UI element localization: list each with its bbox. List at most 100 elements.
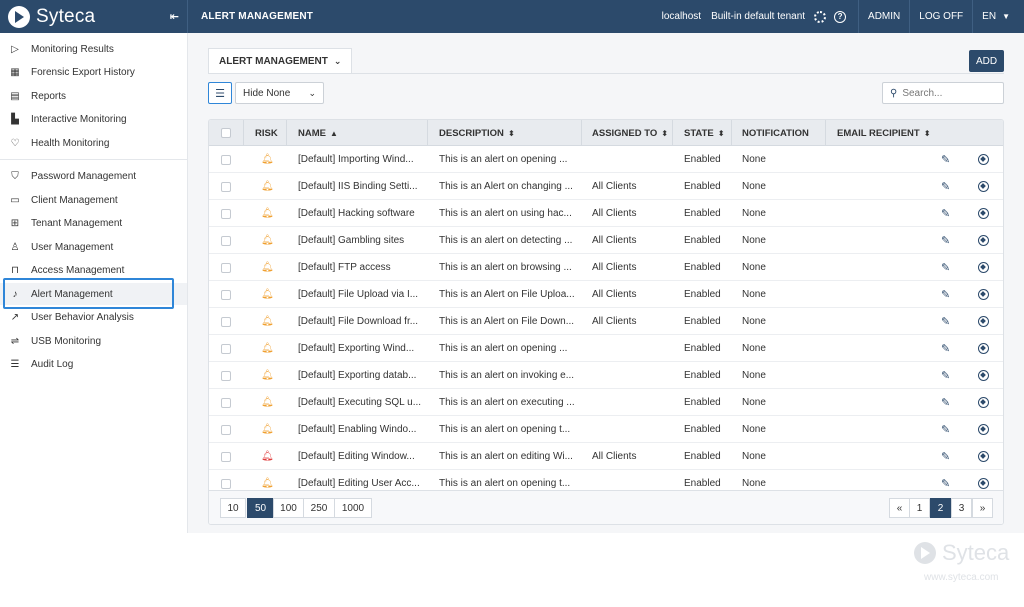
- sidebar-item-user-management[interactable]: ♙ User Management: [0, 236, 187, 258]
- sidebar-item-client-management[interactable]: ▭ Client Management: [0, 189, 187, 211]
- row-checkbox[interactable]: [221, 281, 231, 308]
- row-checkbox[interactable]: [221, 443, 231, 470]
- user-menu[interactable]: ADMIN: [858, 0, 909, 33]
- select-all-checkbox[interactable]: [221, 120, 231, 146]
- name-cell[interactable]: [Default] File Download fr...: [298, 308, 424, 335]
- sidebar-item-usb-monitoring[interactable]: ⇌ USB Monitoring: [0, 330, 187, 352]
- column-header-notification[interactable]: NOTIFICATION: [742, 120, 809, 146]
- name-cell[interactable]: [Default] Gambling sites: [298, 227, 424, 254]
- view-button[interactable]: [978, 281, 989, 308]
- view-button[interactable]: [978, 470, 989, 490]
- sidebar-item-user-behavior-analysis[interactable]: ↗ User Behavior Analysis: [0, 306, 187, 328]
- page-size-1000[interactable]: 1000: [334, 498, 372, 518]
- sidebar-item-forensic-export-history[interactable]: ▦ Forensic Export History: [0, 61, 187, 83]
- collapse-sidebar-icon[interactable]: ⇤: [170, 10, 179, 23]
- page-size-10[interactable]: 10: [220, 498, 246, 518]
- table-row[interactable]: 🔔︎ [Default] FTP access This is an alert o…: [209, 254, 1003, 281]
- language-selector[interactable]: EN ▼: [972, 0, 1024, 33]
- view-button[interactable]: [978, 173, 989, 200]
- table-row[interactable]: 🔔︎ [Default] Exporting datab... This is an…: [209, 362, 1003, 389]
- edit-button[interactable]: ✎: [941, 416, 950, 443]
- table-row[interactable]: 🔔︎ [Default] Importing Wind... This is an …: [209, 146, 1003, 173]
- view-button[interactable]: [978, 362, 989, 389]
- edit-button[interactable]: ✎: [941, 173, 950, 200]
- column-header-assigned-to[interactable]: ASSIGNED TO ⬍: [592, 120, 668, 146]
- column-list-toggle[interactable]: ☰: [208, 82, 232, 104]
- edit-button[interactable]: ✎: [941, 443, 950, 470]
- edit-button[interactable]: ✎: [941, 362, 950, 389]
- row-checkbox[interactable]: [221, 146, 231, 173]
- edit-button[interactable]: ✎: [941, 470, 950, 490]
- page-3-button[interactable]: 3: [951, 498, 972, 518]
- name-cell[interactable]: [Default] Enabling Windo...: [298, 416, 424, 443]
- hide-filter-select[interactable]: Hide None ⌄: [235, 82, 324, 104]
- tab-alert-management[interactable]: ALERT MANAGEMENT ⌄: [208, 48, 353, 73]
- table-row[interactable]: 🔔︎ [Default] File Download fr... This is a…: [209, 308, 1003, 335]
- table-row[interactable]: 🔔︎ [Default] IIS Binding Setti... This is …: [209, 173, 1003, 200]
- table-row[interactable]: 🔔︎ [Default] Exporting Wind... This is an …: [209, 335, 1003, 362]
- edit-button[interactable]: ✎: [941, 200, 950, 227]
- page-size-50[interactable]: 50: [247, 498, 274, 518]
- gear-icon[interactable]: [814, 10, 827, 23]
- help-icon[interactable]: ?: [834, 10, 847, 23]
- table-row[interactable]: 🔔︎ [Default] Executing SQL u... This is an…: [209, 389, 1003, 416]
- edit-button[interactable]: ✎: [941, 389, 950, 416]
- sidebar-item-tenant-management[interactable]: ⊞ Tenant Management: [0, 212, 187, 234]
- table-row[interactable]: 🔔︎ [Default] Editing Window... This is an …: [209, 443, 1003, 470]
- table-row[interactable]: 🔔︎ [Default] File Upload via I... This is …: [209, 281, 1003, 308]
- sidebar-item-password-management[interactable]: ⛉ Password Management: [0, 165, 187, 187]
- name-cell[interactable]: [Default] IIS Binding Setti...: [298, 173, 424, 200]
- edit-button[interactable]: ✎: [941, 281, 950, 308]
- page-size-250[interactable]: 250: [303, 498, 335, 518]
- prev-page-button[interactable]: «: [889, 498, 910, 518]
- view-button[interactable]: [978, 335, 989, 362]
- column-header-email-recipient[interactable]: EMAIL RECIPIENT ⬍: [837, 120, 930, 146]
- table-row[interactable]: 🔔︎ [Default] Gambling sites This is an ale…: [209, 227, 1003, 254]
- view-button[interactable]: [978, 389, 989, 416]
- name-cell[interactable]: [Default] Exporting datab...: [298, 362, 424, 389]
- tenant-selector[interactable]: Built-in default tenant: [706, 11, 810, 22]
- row-checkbox[interactable]: [221, 470, 231, 490]
- name-cell[interactable]: [Default] Editing User Acc...: [298, 470, 424, 490]
- name-cell[interactable]: [Default] File Upload via I...: [298, 281, 424, 308]
- add-button[interactable]: ADD: [969, 50, 1004, 72]
- column-header-name[interactable]: NAME ▲: [298, 120, 338, 146]
- search-box[interactable]: ⚲: [882, 82, 1004, 104]
- page-1-button[interactable]: 1: [909, 498, 930, 518]
- edit-button[interactable]: ✎: [941, 146, 950, 173]
- row-checkbox[interactable]: [221, 335, 231, 362]
- name-cell[interactable]: [Default] Exporting Wind...: [298, 335, 424, 362]
- edit-button[interactable]: ✎: [941, 254, 950, 281]
- name-cell[interactable]: [Default] Hacking software: [298, 200, 424, 227]
- sidebar-item-health-monitoring[interactable]: ♡ Health Monitoring: [0, 132, 187, 154]
- sidebar-item-interactive-monitoring[interactable]: ▙ Interactive Monitoring: [0, 108, 187, 130]
- row-checkbox[interactable]: [221, 227, 231, 254]
- edit-button[interactable]: ✎: [941, 308, 950, 335]
- table-row[interactable]: 🔔︎ [Default] Editing User Acc... This is a…: [209, 470, 1003, 490]
- name-cell[interactable]: [Default] Executing SQL u...: [298, 389, 424, 416]
- logoff-button[interactable]: LOG OFF: [909, 0, 972, 33]
- name-cell[interactable]: [Default] Editing Window...: [298, 443, 424, 470]
- row-checkbox[interactable]: [221, 416, 231, 443]
- sidebar-item-audit-log[interactable]: ☰ Audit Log: [0, 353, 187, 375]
- search-input[interactable]: [902, 87, 993, 99]
- page-2-button[interactable]: 2: [930, 498, 951, 518]
- row-checkbox[interactable]: [221, 362, 231, 389]
- page-size-100[interactable]: 100: [273, 498, 304, 518]
- sidebar-item-monitoring-results[interactable]: ▷ Monitoring Results: [0, 38, 187, 60]
- row-checkbox[interactable]: [221, 173, 231, 200]
- column-header-state[interactable]: STATE ⬍: [684, 120, 724, 146]
- view-button[interactable]: [978, 146, 989, 173]
- row-checkbox[interactable]: [221, 254, 231, 281]
- view-button[interactable]: [978, 200, 989, 227]
- view-button[interactable]: [978, 254, 989, 281]
- view-button[interactable]: [978, 443, 989, 470]
- name-cell[interactable]: [Default] Importing Wind...: [298, 146, 424, 173]
- column-header-risk[interactable]: RISK: [255, 120, 278, 146]
- edit-button[interactable]: ✎: [941, 335, 950, 362]
- view-button[interactable]: [978, 308, 989, 335]
- row-checkbox[interactable]: [221, 308, 231, 335]
- table-row[interactable]: 🔔︎ [Default] Enabling Windo... This is an …: [209, 416, 1003, 443]
- next-page-button[interactable]: »: [972, 498, 993, 518]
- view-button[interactable]: [978, 227, 989, 254]
